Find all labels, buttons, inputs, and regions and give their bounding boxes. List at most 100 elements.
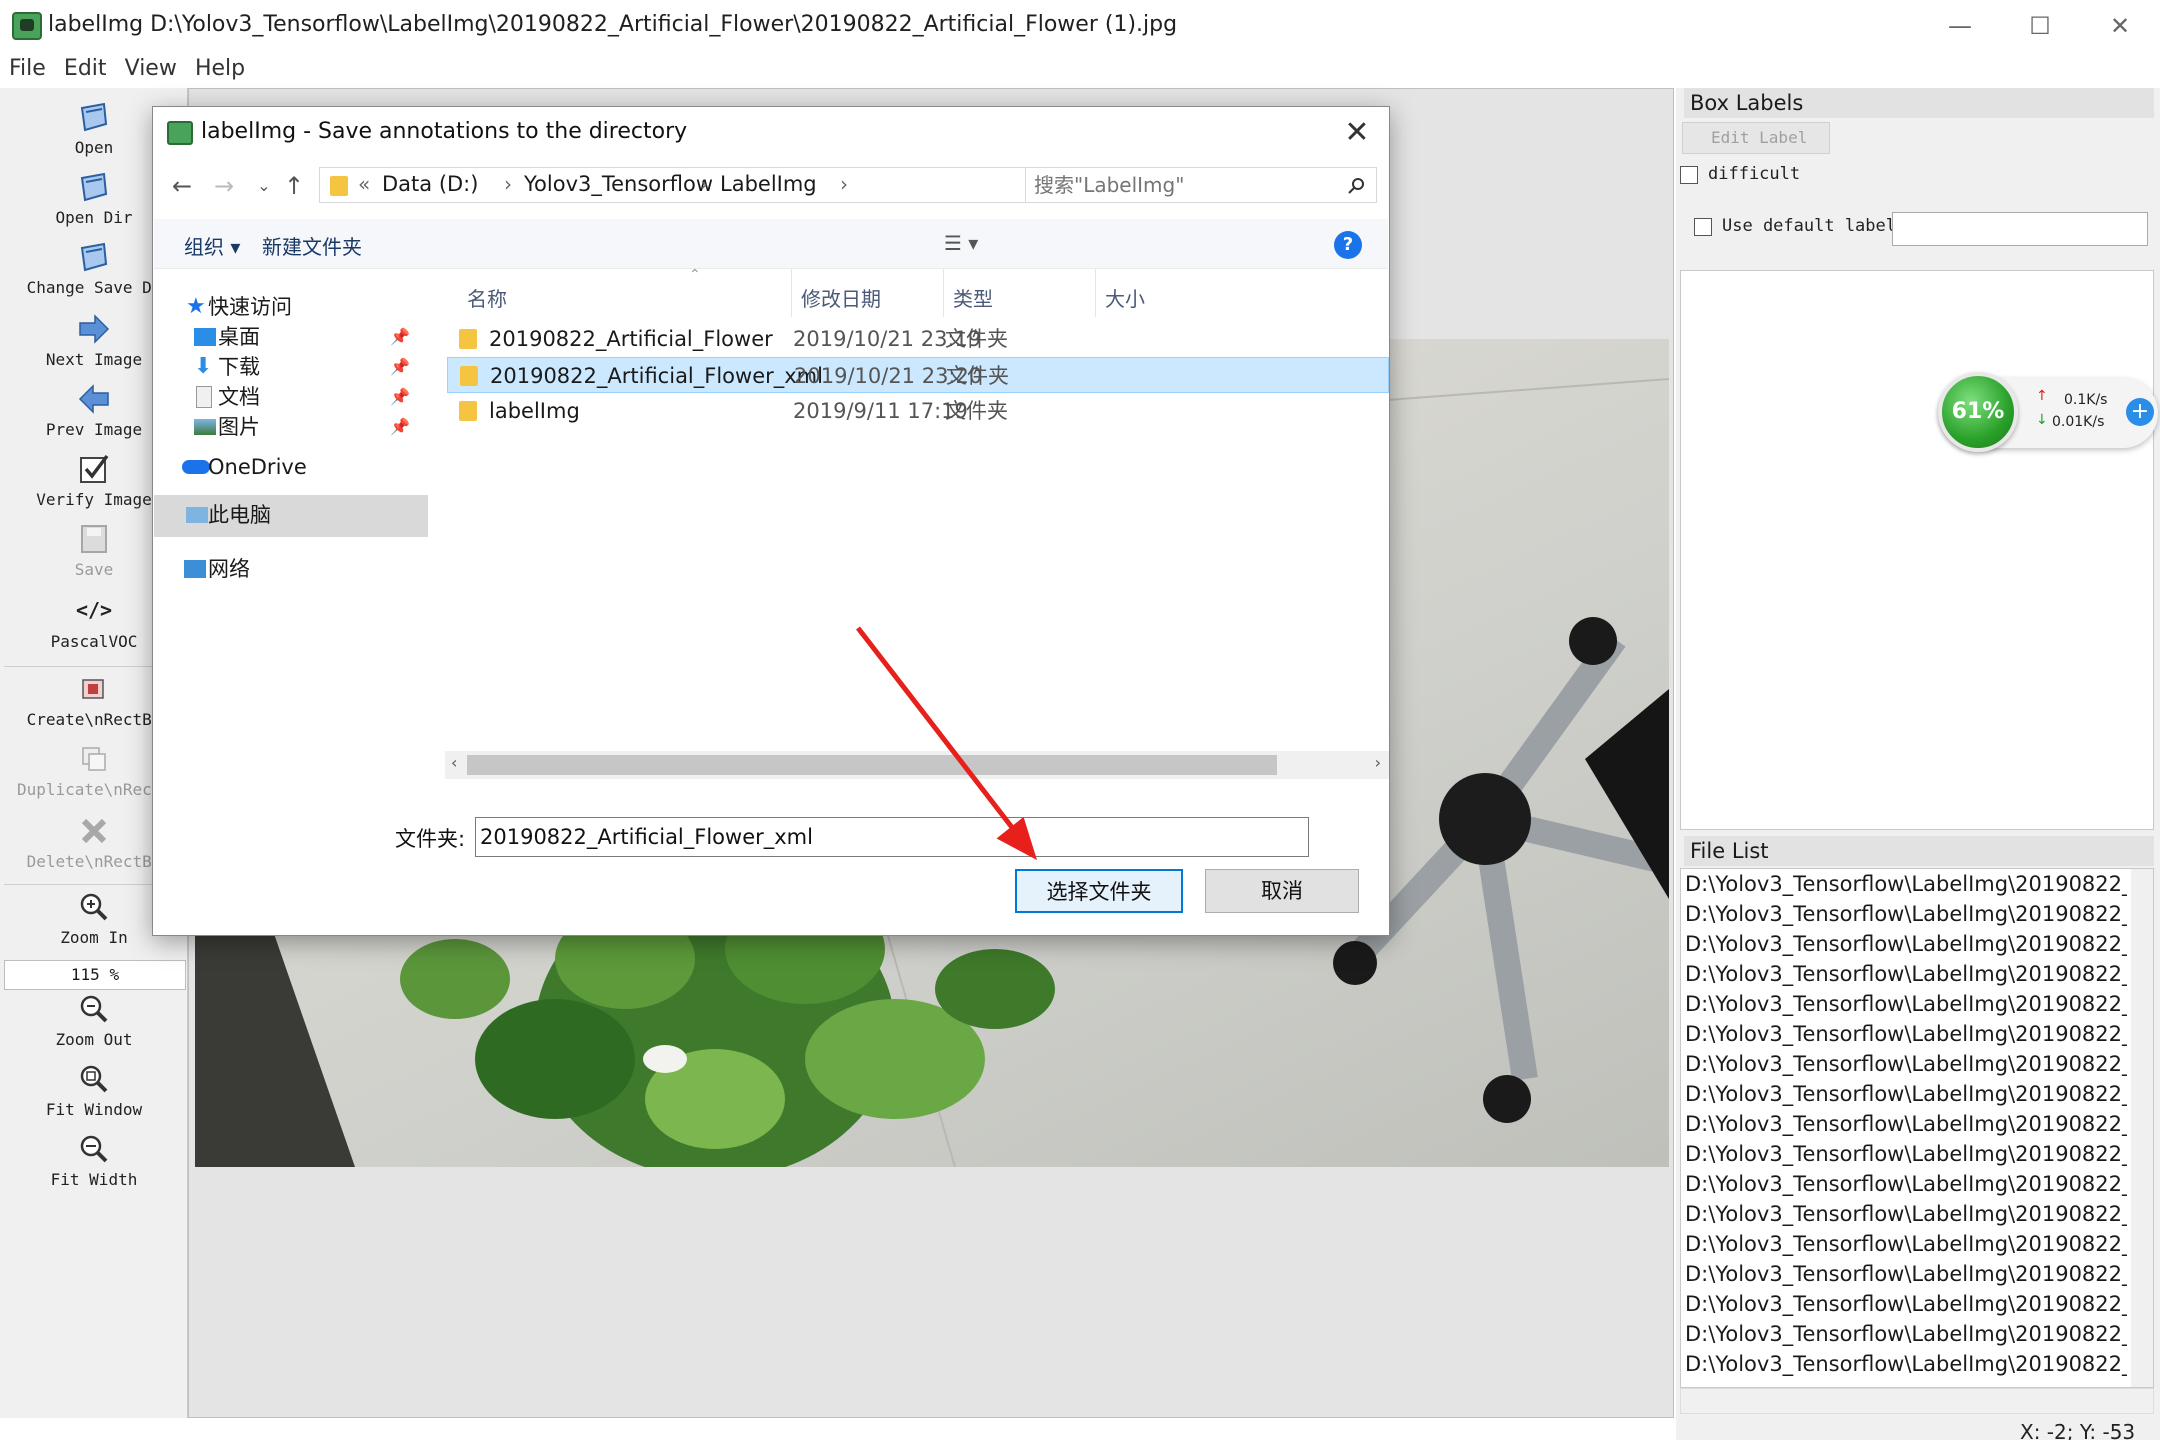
- minimize-button[interactable]: —: [1930, 8, 1990, 44]
- file-row-selected[interactable]: 20190822_Artificial_Flower_xml 2019/10/2…: [447, 357, 1389, 393]
- file-list-item[interactable]: D:\Yolov3_Tensorflow\LabelImg\20190822_A: [1681, 1169, 2127, 1199]
- scroll-right-icon[interactable]: ›: [1375, 753, 1381, 772]
- file-list-item[interactable]: D:\Yolov3_Tensorflow\LabelImg\20190822_A: [1681, 1349, 2127, 1379]
- file-list-item[interactable]: D:\Yolov3_Tensorflow\LabelImg\20190822_A: [1681, 1319, 2127, 1349]
- upload-arrow-icon: ↑: [2036, 388, 2048, 404]
- file-list-item[interactable]: D:\Yolov3_Tensorflow\LabelImg\20190822_A: [1681, 929, 2127, 959]
- file-list-item[interactable]: D:\Yolov3_Tensorflow\LabelImg\20190822_A: [1681, 989, 2127, 1019]
- scroll-left-icon[interactable]: ‹: [451, 753, 457, 772]
- file-pane: 名称 ⌃ 修改日期 类型 大小 20190822_Artificial_Flow…: [445, 267, 1389, 709]
- delete-x-icon: [81, 818, 107, 844]
- box-labels-title: Box Labels: [1684, 88, 2154, 118]
- file-row[interactable]: 20190822_Artificial_Flower 2019/10/21 23…: [447, 321, 1389, 357]
- nav-onedrive[interactable]: OneDrive: [154, 447, 428, 487]
- file-list-item[interactable]: D:\Yolov3_Tensorflow\LabelImg\20190822_A: [1681, 1229, 2127, 1259]
- folder-icon: [460, 366, 478, 386]
- column-divider: [943, 269, 944, 317]
- column-header-type[interactable]: 类型: [953, 283, 993, 312]
- breadcrumb-yolov3[interactable]: Yolov3_Tensorflow: [524, 172, 713, 196]
- nav-pictures[interactable]: 图片 📌: [154, 407, 428, 447]
- menu-edit[interactable]: Edit: [64, 52, 107, 86]
- arrow-left-icon: [78, 384, 109, 414]
- up-arrow-icon[interactable]: ↑: [279, 171, 309, 201]
- file-list-item[interactable]: D:\Yolov3_Tensorflow\LabelImg\20190822_A: [1681, 1109, 2127, 1139]
- select-folder-button[interactable]: 选择文件夹: [1015, 869, 1183, 913]
- box-label-list[interactable]: [1680, 270, 2154, 830]
- column-divider: [791, 269, 792, 317]
- search-icon: [1348, 178, 1364, 194]
- floppy-disk-icon: [81, 525, 107, 553]
- column-header-size[interactable]: 大小: [1105, 283, 1145, 312]
- folder-name-input[interactable]: [475, 817, 1309, 857]
- dialog-title: labelImg - Save annotations to the direc…: [201, 119, 688, 144]
- checkbox-check-icon: [80, 454, 109, 483]
- file-list-item[interactable]: D:\Yolov3_Tensorflow\LabelImg\20190822_A: [1681, 1049, 2127, 1079]
- cpu-gauge: 61%: [1938, 372, 2018, 452]
- file-list-item[interactable]: D:\Yolov3_Tensorflow\LabelImg\20190822_A: [1681, 1199, 2127, 1229]
- nav-network[interactable]: 网络: [154, 549, 428, 589]
- zoom-out-button[interactable]: Zoom Out: [0, 992, 188, 1049]
- fit-width-button[interactable]: Fit Width: [0, 1132, 188, 1189]
- sort-up-icon: ⌃: [689, 267, 701, 283]
- nav-this-pc[interactable]: 此电脑: [154, 495, 428, 537]
- fit-window-button[interactable]: Fit Window: [0, 1062, 188, 1119]
- file-list-item[interactable]: D:\Yolov3_Tensorflow\LabelImg\20190822_A: [1681, 1019, 2127, 1049]
- use-default-label-text: Use default label: [1722, 216, 1896, 236]
- pin-icon[interactable]: 📌: [390, 407, 410, 447]
- file-list-item[interactable]: D:\Yolov3_Tensorflow\LabelImg\20190822_A: [1681, 869, 2127, 899]
- file-list-hscrollbar[interactable]: [1680, 1388, 2154, 1414]
- menu-view[interactable]: View: [125, 52, 177, 86]
- breadcrumb-data-drive[interactable]: Data (D:): [382, 172, 478, 196]
- file-list-item[interactable]: D:\Yolov3_Tensorflow\LabelImg\20190822_A: [1681, 899, 2127, 929]
- default-label-input[interactable]: [1892, 212, 2148, 246]
- cancel-button[interactable]: 取消: [1205, 869, 1359, 913]
- file-list-item[interactable]: D:\Yolov3_Tensorflow\LabelImg\20190822_A: [1681, 959, 2127, 989]
- search-box[interactable]: [1025, 167, 1377, 203]
- scrollbar-thumb[interactable]: [467, 755, 1277, 775]
- column-header-date[interactable]: 修改日期: [801, 283, 881, 312]
- navigation-pane: ★ 快速访问 桌面 📌 ⬇ 下载 📌 文档 📌 图片 📌 OneDrive 此电…: [154, 269, 428, 749]
- fit-width-icon: [80, 1135, 108, 1163]
- organize-button[interactable]: 组织 ▾: [184, 231, 240, 260]
- file-list-item[interactable]: D:\Yolov3_Tensorflow\LabelImg\20190822_A: [1681, 1289, 2127, 1319]
- column-header-name[interactable]: 名称: [467, 283, 507, 312]
- folder-icon: [459, 329, 477, 349]
- file-list-vscrollbar[interactable]: [2131, 869, 2153, 1387]
- recent-locations-chevron-icon[interactable]: ⌄: [249, 171, 279, 201]
- zoom-in-icon: [80, 893, 108, 921]
- computer-icon: [186, 507, 208, 523]
- forward-arrow-icon[interactable]: →: [209, 171, 239, 201]
- plus-icon[interactable]: +: [2126, 398, 2154, 426]
- file-pane-hscrollbar[interactable]: ‹ ›: [445, 751, 1389, 779]
- cloud-icon: [182, 460, 210, 474]
- file-list[interactable]: D:\Yolov3_Tensorflow\LabelImg\20190822_A…: [1680, 868, 2154, 1388]
- file-list-item[interactable]: D:\Yolov3_Tensorflow\LabelImg\20190822_A: [1681, 1259, 2127, 1289]
- download-speed: 0.01K/s: [2052, 414, 2105, 430]
- dialog-close-button[interactable]: ✕: [1339, 115, 1375, 151]
- menu-file[interactable]: File: [9, 52, 46, 86]
- folder-icon: [330, 176, 348, 196]
- create-rect-icon: [82, 679, 104, 699]
- download-arrow-icon: ↓: [2036, 412, 2048, 428]
- menu-help[interactable]: Help: [195, 52, 245, 86]
- new-folder-button[interactable]: 新建文件夹: [262, 231, 362, 260]
- difficult-checkbox[interactable]: [1680, 166, 1698, 184]
- use-default-label-checkbox[interactable]: [1694, 218, 1712, 236]
- edit-label-button[interactable]: Edit Label: [1682, 122, 1830, 154]
- right-dock: Box Labels Edit Label difficult Use defa…: [1676, 88, 2160, 1440]
- zoom-level-spinbox[interactable]: 115 %: [4, 960, 186, 990]
- file-list-item[interactable]: D:\Yolov3_Tensorflow\LabelImg\20190822_A: [1681, 1079, 2127, 1109]
- breadcrumb-labelimg[interactable]: LabelImg: [720, 172, 817, 196]
- desktop-icon: [194, 328, 216, 346]
- file-list-rows: D:\Yolov3_Tensorflow\LabelImg\20190822_A…: [1681, 869, 2153, 1379]
- file-row[interactable]: labelImg 2019/9/11 17:19 文件夹: [447, 393, 1389, 429]
- back-arrow-icon[interactable]: ←: [167, 171, 197, 201]
- file-list-item[interactable]: D:\Yolov3_Tensorflow\LabelImg\20190822_A: [1681, 1139, 2127, 1169]
- maximize-button[interactable]: ☐: [2010, 8, 2070, 44]
- help-icon[interactable]: ?: [1334, 231, 1362, 259]
- menu-bar: File Edit View Help: [0, 52, 2160, 86]
- close-window-button[interactable]: ✕: [2090, 8, 2150, 44]
- search-input[interactable]: [1034, 172, 1334, 198]
- folder-icon: [459, 401, 477, 421]
- view-options-icon[interactable]: ☰ ▾: [944, 231, 978, 255]
